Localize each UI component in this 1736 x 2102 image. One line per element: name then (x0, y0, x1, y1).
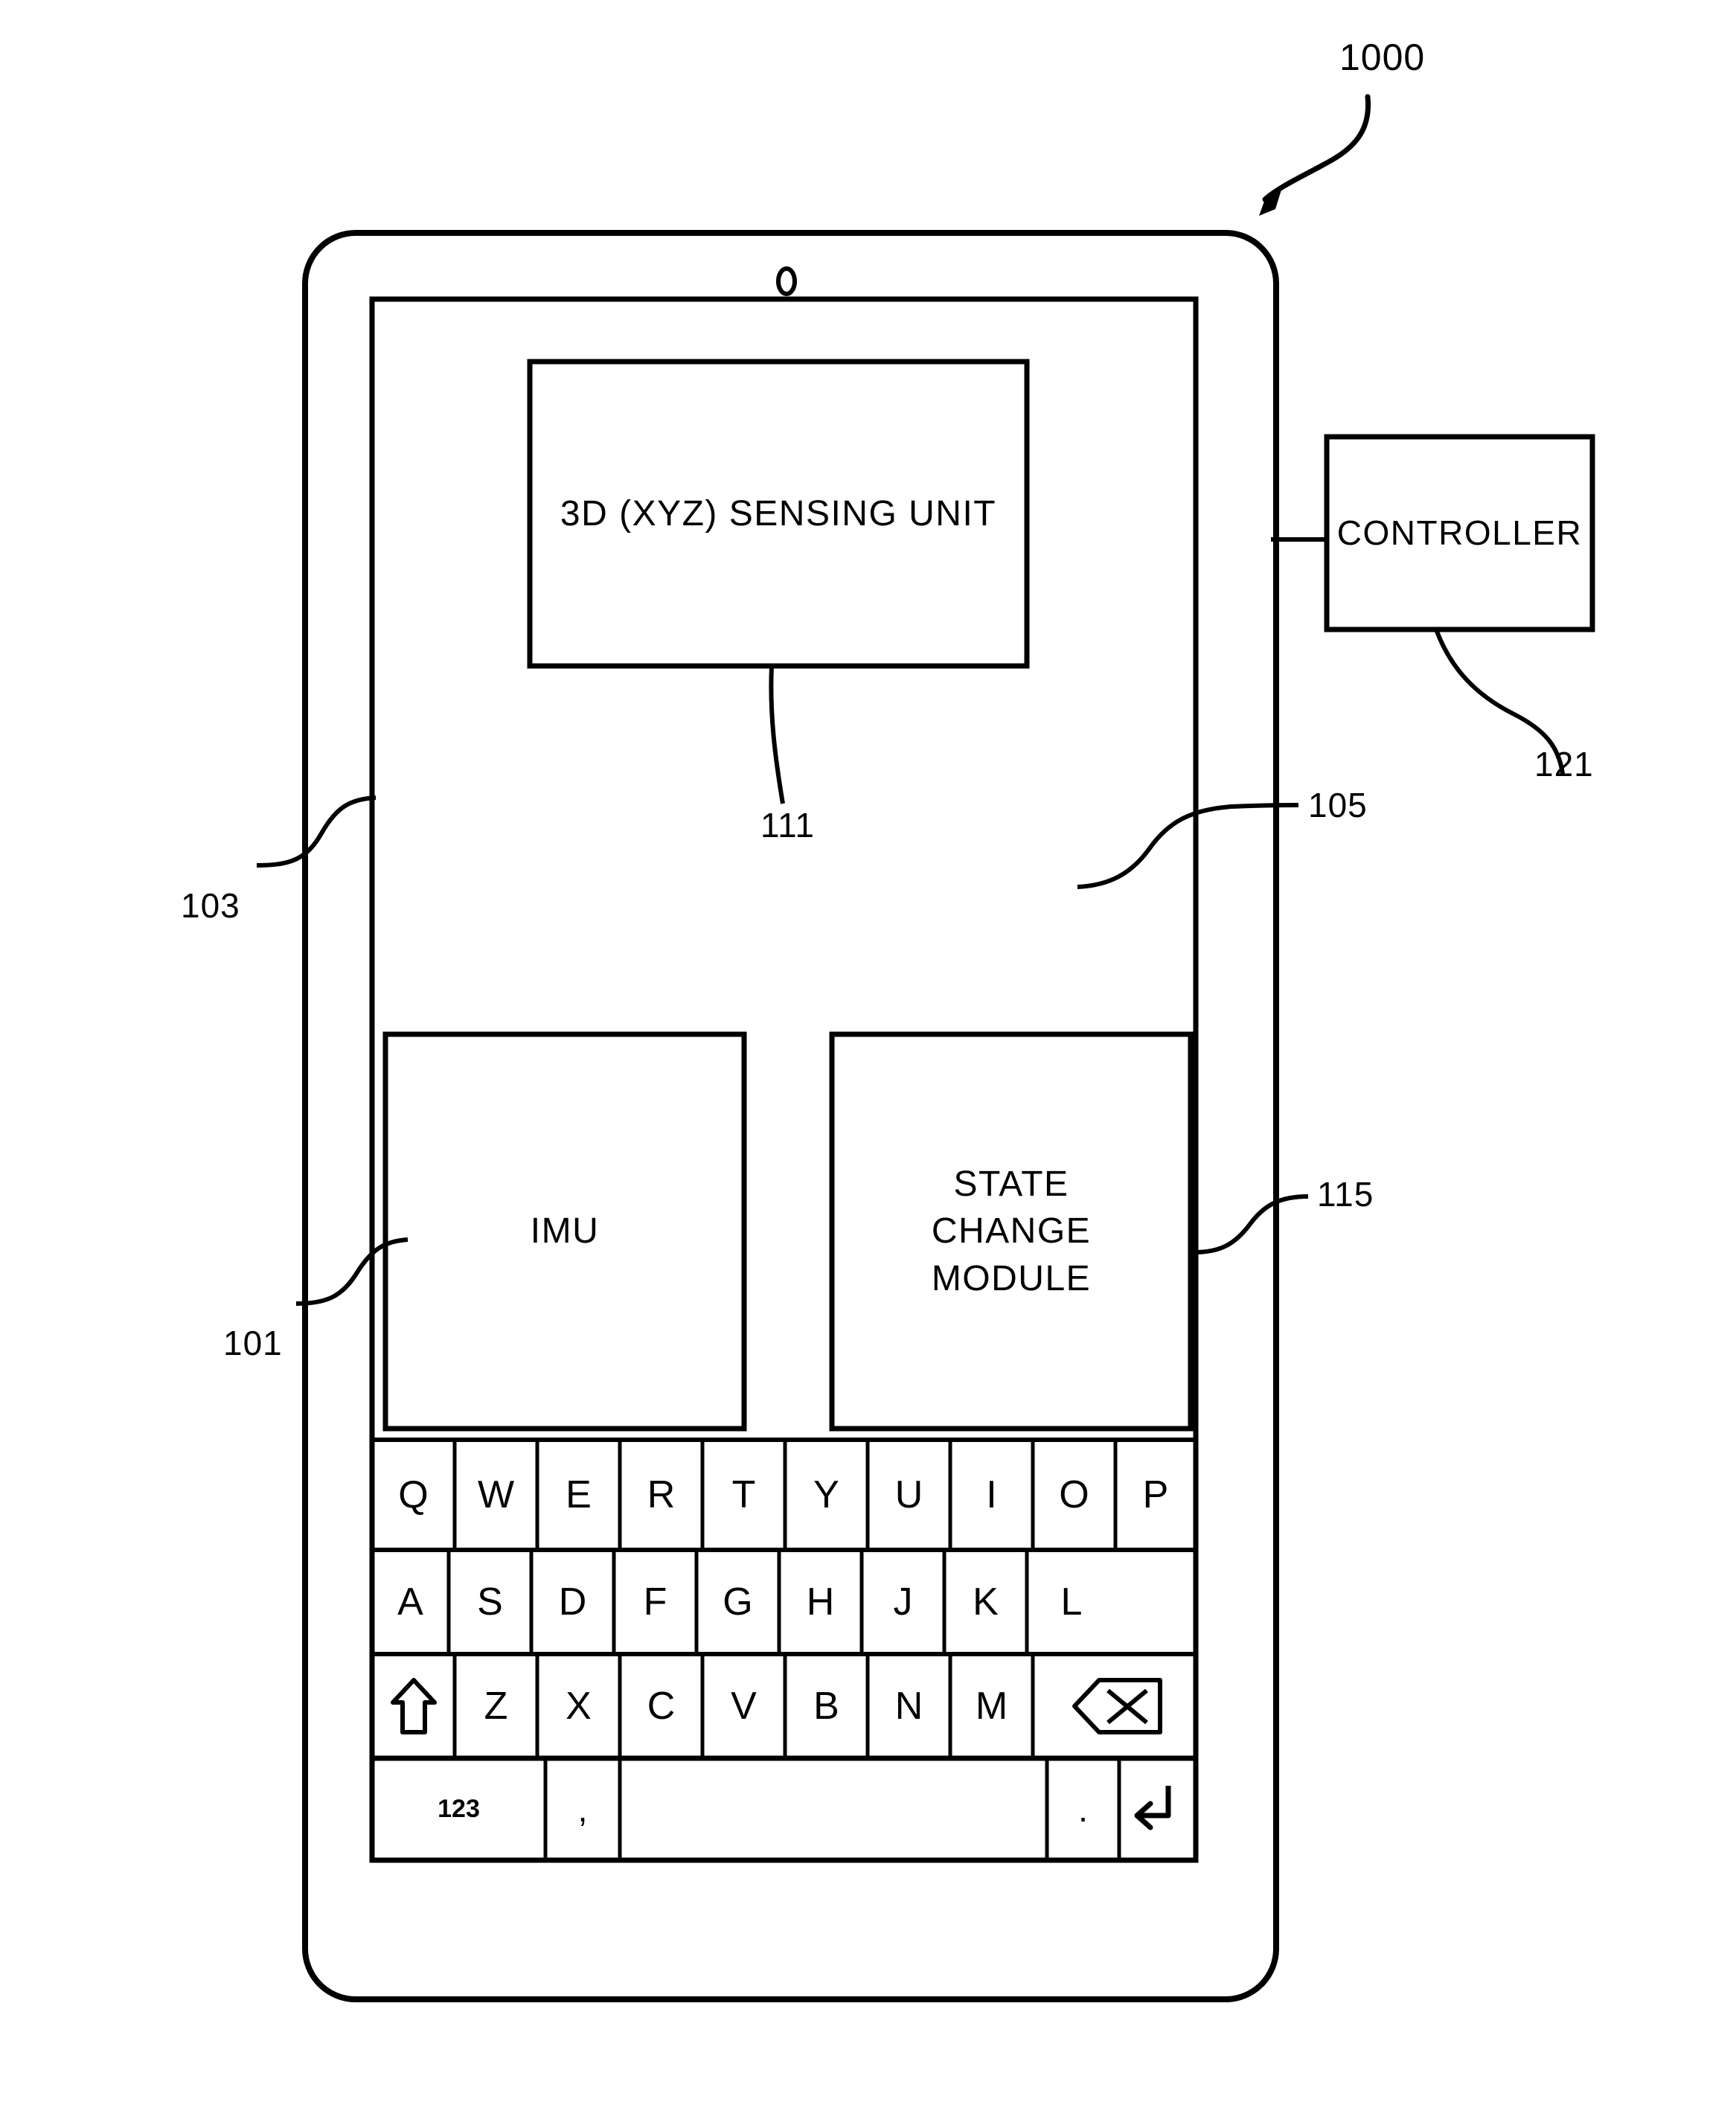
key-x[interactable]: X (537, 1654, 620, 1758)
key-space[interactable] (620, 1758, 1047, 1860)
patent-figure-page: 1000 103 101 111 105 115 121 3D (XYZ) SE… (0, 0, 1736, 2102)
key-backspace[interactable]: ⌫ (1033, 1654, 1196, 1758)
imu-label: IMU (530, 1211, 600, 1252)
state-change-line-2: CHANGE (931, 1211, 1092, 1252)
screen-leader (1077, 803, 1299, 889)
key-r[interactable]: R (620, 1440, 702, 1550)
reference-103: 103 (181, 886, 240, 925)
key-g[interactable]: G (696, 1550, 779, 1654)
state-change-line-3: MODULE (931, 1258, 1092, 1298)
key-t[interactable]: T (702, 1440, 785, 1550)
key-z[interactable]: Z (455, 1654, 537, 1758)
figure-number: 1000 (1339, 36, 1426, 78)
key-l[interactable]: L (1027, 1550, 1116, 1654)
reference-105: 105 (1308, 786, 1368, 824)
key-a[interactable]: A (372, 1550, 449, 1654)
state-change-line-1: STATE (953, 1164, 1069, 1204)
key-shift[interactable]: ⇧ (372, 1654, 455, 1758)
key-period[interactable]: . (1047, 1758, 1119, 1860)
sensing-unit-label: 3D (XYZ) SENSING UNIT (560, 493, 997, 533)
bezel-leader (256, 795, 377, 868)
key-i[interactable]: I (950, 1440, 1033, 1550)
state-change-module-label: STATE CHANGE MODULE (832, 1034, 1191, 1429)
sensing-unit-leader (769, 665, 785, 804)
reference-121: 121 (1534, 745, 1594, 784)
key-n[interactable]: N (868, 1654, 950, 1758)
key-c[interactable]: C (620, 1654, 702, 1758)
key-b[interactable]: B (785, 1654, 868, 1758)
key-u[interactable]: U (868, 1440, 950, 1550)
key-q[interactable]: Q (372, 1440, 455, 1550)
key-enter[interactable]: ↵ (1119, 1758, 1196, 1860)
key-f[interactable]: F (614, 1550, 696, 1654)
key-comma[interactable]: , (545, 1758, 620, 1860)
key-p[interactable]: P (1115, 1440, 1196, 1550)
figure-callout-leader (1262, 94, 1371, 202)
key-k[interactable]: K (944, 1550, 1027, 1654)
key-numeric-mode[interactable]: 123 (372, 1758, 545, 1860)
reference-101: 101 (223, 1324, 283, 1362)
state-change-leader (1194, 1194, 1309, 1255)
key-o[interactable]: O (1033, 1440, 1115, 1550)
key-v[interactable]: V (702, 1654, 785, 1758)
camera-dot-icon (776, 266, 797, 296)
key-w[interactable]: W (455, 1440, 537, 1550)
key-y[interactable]: Y (785, 1440, 868, 1550)
reference-111: 111 (760, 806, 815, 845)
key-m[interactable]: M (950, 1654, 1033, 1758)
key-s[interactable]: S (449, 1550, 531, 1654)
reference-115: 115 (1317, 1175, 1374, 1214)
key-j[interactable]: J (862, 1550, 944, 1654)
controller-label: CONTROLLER (1336, 513, 1583, 553)
key-d[interactable]: D (531, 1550, 614, 1654)
key-h[interactable]: H (779, 1550, 862, 1654)
key-e[interactable]: E (537, 1440, 620, 1550)
